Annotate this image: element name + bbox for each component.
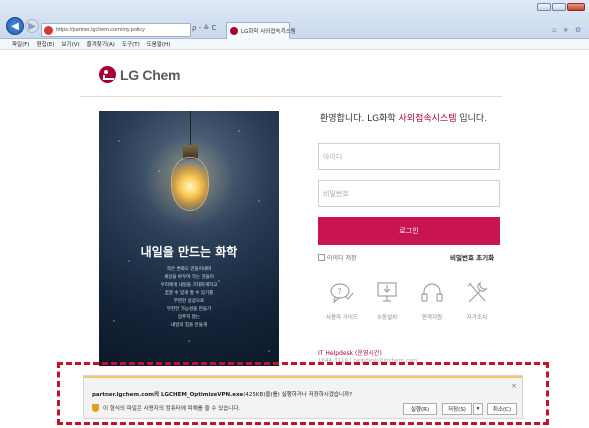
welcome-suffix: 입니다.	[456, 114, 488, 124]
menu-file[interactable]: 파일(F)	[12, 40, 30, 48]
menu-favorites[interactable]: 즐겨찾기(A)	[87, 40, 115, 48]
menu-edit[interactable]: 편집(E)	[37, 40, 55, 48]
tool-user-guide[interactable]: ? 사용자 가이드	[322, 281, 362, 321]
menu-tools[interactable]: 도구(T)	[122, 40, 140, 48]
welcome-text: 환영합니다. LG화학 사외접속시스템 입니다.	[320, 111, 487, 124]
tab-title: LG화학 사외접속시스템	[241, 29, 296, 35]
poster-line: 멈추지 않는	[177, 315, 201, 320]
remember-id-checkbox[interactable]	[318, 254, 325, 261]
promo-poster: 내일을 만드는 화학 작은 변화도 만들어내며 세상을 바꾸어 가는 것들이 우…	[99, 111, 279, 366]
remember-id[interactable]: 아이디 저장	[318, 253, 357, 262]
tab-close-icon[interactable]: ×	[281, 26, 286, 33]
it-helpdesk: IT Helpdesk (운영시간)	[318, 350, 382, 357]
close-window-button[interactable]	[567, 3, 585, 11]
back-button[interactable]: ◀	[6, 17, 24, 35]
wrench-icon	[467, 281, 488, 303]
address-bar[interactable]: https://partner.lgchem.com/my.policy	[41, 23, 191, 37]
question-bubble-icon: ?	[330, 283, 354, 304]
poster-headline: 내일을 만드는 화학	[140, 245, 238, 259]
address-url: https://partner.lgchem.com/my.policy	[56, 27, 145, 33]
lg-chem-logo: LG Chem	[99, 66, 180, 83]
remember-id-label: 아이디 저장	[327, 255, 357, 262]
password-input[interactable]	[318, 180, 500, 207]
address-tools[interactable]: ρ - ≙ C	[192, 24, 216, 32]
header-divider	[80, 96, 502, 97]
highlight-annotation-box	[57, 362, 549, 425]
tab-favicon-icon	[230, 27, 238, 35]
tool-remote-support[interactable]: 원격지원	[412, 281, 452, 321]
poster-line: 무한한 상상으로	[173, 299, 205, 304]
tool-user-guide-label: 사용자 가이드	[325, 315, 359, 321]
poster-copy: 작은 변화도 만들어내며 세상을 바꾸어 가는 것들이 우리에게 내일을 기대하…	[99, 266, 279, 330]
monitor-download-icon	[377, 282, 397, 302]
poster-line: 내일의 힘을 만들게	[171, 323, 207, 328]
svg-text:?: ?	[338, 287, 342, 296]
menu-help[interactable]: 도움말(H)	[147, 40, 171, 48]
light-bulb-icon	[171, 157, 209, 211]
toolbar-icons[interactable]: ⌂ ★ ✿	[552, 26, 583, 34]
tool-self-fix[interactable]: 자가조치	[457, 281, 497, 321]
reset-password-link[interactable]: 비밀번호 초기화	[450, 252, 494, 262]
tool-manual-install[interactable]: 수동설치	[367, 281, 407, 321]
menu-bar: 파일(F) 편집(E) 보기(V) 즐겨찾기(A) 도구(T) 도움말(H)	[0, 39, 589, 50]
browser-tab[interactable]: LG화학 사외접속시스템 ×	[226, 22, 296, 39]
tool-self-fix-label: 자가조치	[466, 315, 488, 321]
welcome-prefix: 환영합니다. LG화학	[320, 114, 399, 124]
welcome-system-name: 사외접속시스템	[398, 114, 457, 124]
headset-icon	[421, 283, 443, 302]
maximize-button[interactable]	[552, 3, 566, 11]
lg-logo-icon	[99, 66, 116, 83]
site-icon	[44, 25, 53, 35]
logo-text: LG Chem	[120, 66, 181, 83]
login-button[interactable]: 로그인	[318, 217, 500, 245]
browser-titlebar: ◀ ▶ https://partner.lgchem.com/my.policy…	[0, 0, 589, 39]
poster-line: 우리에게 내일을 기대하게하고	[160, 283, 218, 288]
bulb-wire	[190, 111, 191, 147]
menu-view[interactable]: 보기(V)	[61, 40, 79, 48]
poster-line: 무한한 가능성을 만들기	[166, 307, 212, 312]
tool-manual-install-label: 수동설치	[376, 315, 398, 321]
minimize-button[interactable]	[537, 3, 551, 11]
poster-line: 세상을 바꾸어 가는 것들이	[164, 275, 214, 280]
window-controls	[537, 3, 585, 11]
forward-button[interactable]: ▶	[25, 19, 39, 33]
id-input[interactable]	[318, 143, 500, 170]
tool-remote-support-label: 원격지원	[421, 315, 443, 321]
poster-line: 작은 변화도 만들어내며	[166, 267, 212, 272]
poster-line: 꿈꿀 수 있게 할 수 있기를	[164, 291, 214, 296]
